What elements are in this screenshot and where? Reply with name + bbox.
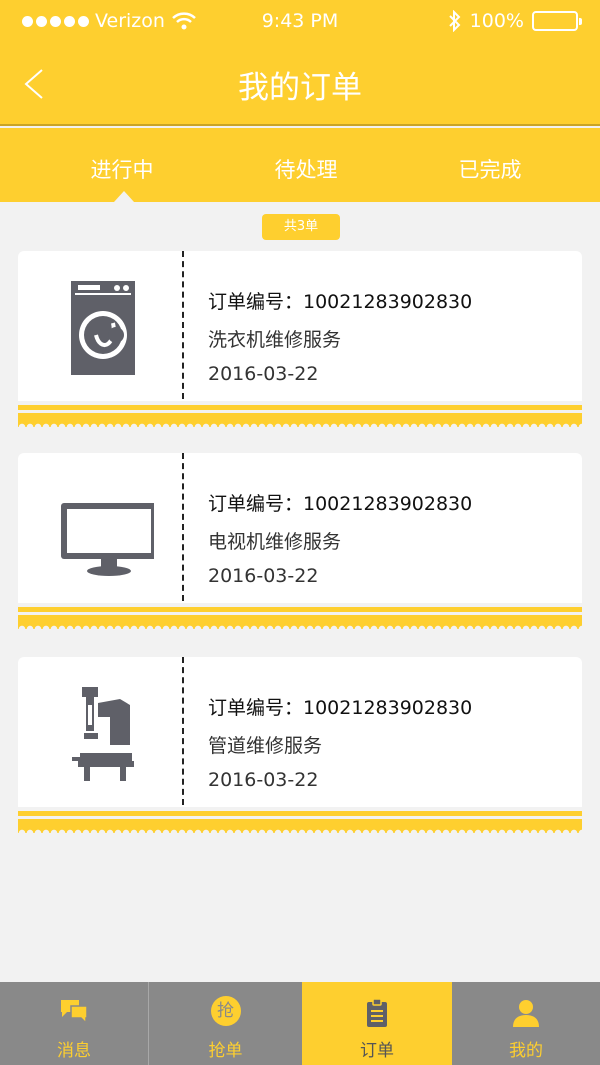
card-stripe (18, 811, 582, 816)
tabbar-item-orders[interactable]: 订单 (302, 982, 452, 1065)
order-info: 订单编号：10021283902830 管道维修服务 2016-03-22 (208, 693, 472, 791)
order-date: 2016-03-22 (208, 363, 319, 385)
drill-press-icon (72, 687, 134, 781)
bottom-tabbar: 消息 抢 抢单 订单 我的 (0, 982, 600, 1065)
card-stripe (18, 607, 582, 612)
service-name: 洗衣机维修服务 (208, 329, 342, 351)
order-card[interactable]: 订单编号：10021283902830 电视机维修服务 2016-03-22 (18, 453, 582, 629)
nav-bar: 我的订单 (0, 42, 600, 126)
bluetooth-icon (448, 10, 461, 32)
page-title: 我的订单 (238, 70, 362, 106)
dashed-divider (182, 657, 184, 805)
tab-completed[interactable]: 已完成 (410, 154, 570, 184)
active-tab-indicator (114, 191, 134, 202)
card-zigzag-edge (18, 413, 582, 427)
washing-machine-icon (71, 281, 135, 375)
battery-percent: 100% (469, 10, 524, 32)
tv-icon (61, 503, 154, 576)
order-card[interactable]: 订单编号：10021283902830 洗衣机维修服务 2016-03-22 (18, 251, 582, 427)
order-date: 2016-03-22 (208, 565, 319, 587)
order-number: 订单编号：10021283902830 (208, 493, 473, 515)
order-count-badge: 共3单 (262, 214, 340, 240)
card-stripe (18, 405, 582, 410)
user-icon (513, 1000, 539, 1027)
card-zigzag-edge (18, 615, 582, 629)
tab-in-progress[interactable]: 进行中 (42, 154, 202, 184)
tabbar-item-messages[interactable]: 消息 (0, 982, 148, 1065)
chat-icon (61, 1000, 88, 1024)
grab-icon: 抢 (210, 996, 241, 1026)
tab-pending[interactable]: 待处理 (226, 154, 386, 184)
dashed-divider (182, 453, 184, 601)
tabbar-item-profile[interactable]: 我的 (452, 982, 600, 1065)
status-bar: Verizon 9:43 PM 100% (0, 0, 600, 42)
service-name: 管道维修服务 (208, 735, 323, 757)
battery-icon (532, 11, 582, 31)
order-number: 订单编号：10021283902830 (208, 697, 473, 719)
tabbar-label: 订单 (360, 1041, 394, 1061)
status-right: 100% (448, 10, 582, 32)
service-name: 电视机维修服务 (208, 531, 342, 553)
order-date: 2016-03-22 (208, 769, 319, 791)
tabbar-label: 抢单 (208, 1041, 243, 1061)
tabbar-label: 我的 (509, 1041, 543, 1061)
order-card[interactable]: 订单编号：10021283902830 管道维修服务 2016-03-22 (18, 657, 582, 833)
dashed-divider (182, 251, 184, 399)
clipboard-icon (367, 998, 387, 1027)
order-info: 订单编号：10021283902830 洗衣机维修服务 2016-03-22 (208, 287, 472, 385)
tabbar-label: 消息 (57, 1041, 91, 1061)
card-zigzag-edge (18, 819, 582, 833)
order-info: 订单编号：10021283902830 电视机维修服务 2016-03-22 (208, 489, 472, 587)
tabbar-item-grab-order[interactable]: 抢 抢单 (148, 982, 302, 1065)
order-number: 订单编号：10021283902830 (208, 291, 473, 313)
order-tabs: 进行中 待处理 已完成 (0, 128, 600, 202)
